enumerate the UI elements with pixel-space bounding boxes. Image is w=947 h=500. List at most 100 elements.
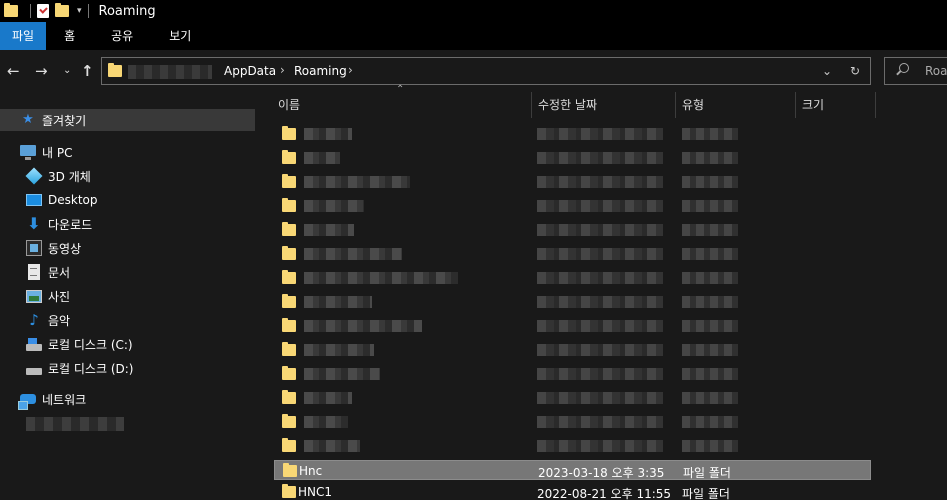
- redacted-type: [682, 296, 738, 308]
- network-icon: [18, 394, 36, 410]
- nav-item-network[interactable]: 네트워크: [0, 388, 255, 410]
- quick-access-dropdown-icon[interactable]: ▾: [77, 6, 82, 16]
- nav-item-pictures[interactable]: 사진: [0, 285, 255, 307]
- nav-item-3d-objects[interactable]: 3D 개체: [0, 165, 255, 187]
- new-folder-icon[interactable]: [55, 3, 69, 17]
- table-row[interactable]: [274, 148, 871, 168]
- redacted-network-item[interactable]: [26, 417, 124, 431]
- redacted-date: [537, 248, 663, 260]
- up-arrow-icon[interactable]: ↑: [81, 62, 94, 80]
- folder-icon: [282, 198, 296, 212]
- redacted-type: [682, 416, 738, 428]
- table-row[interactable]: [274, 292, 871, 312]
- table-row[interactable]: [274, 364, 871, 384]
- redacted-date: [537, 296, 663, 308]
- file-name: HNC1: [298, 485, 333, 499]
- search-input[interactable]: Roam: [884, 57, 947, 85]
- redacted-date: [537, 344, 663, 356]
- address-bar[interactable]: AppData › Roaming › ⌄ ↻: [101, 57, 871, 85]
- computer-icon: [20, 145, 36, 160]
- file-name: Hnc: [299, 464, 323, 478]
- file-date: 2023-03-18 오후 3:35: [538, 466, 665, 480]
- nav-item-downloads[interactable]: ⬇ 다운로드: [0, 213, 255, 235]
- table-row[interactable]: [274, 316, 871, 336]
- properties-icon[interactable]: [37, 4, 49, 18]
- redacted-date: [537, 416, 663, 428]
- breadcrumb-chevron-icon[interactable]: ›: [348, 63, 353, 77]
- table-row[interactable]: [274, 172, 871, 192]
- forward-arrow-icon[interactable]: →: [35, 62, 48, 80]
- drive-icon: [26, 367, 42, 375]
- nav-item-label: 로컬 디스크 (C:): [48, 337, 133, 352]
- column-header-size[interactable]: 크기: [796, 92, 876, 118]
- redacted-type: [682, 368, 738, 380]
- redacted-name: [304, 248, 402, 260]
- redacted-date: [537, 272, 663, 284]
- redacted-type: [682, 152, 738, 164]
- table-row[interactable]: [274, 124, 871, 144]
- breadcrumb-roaming[interactable]: Roaming: [294, 64, 347, 78]
- address-dropdown-icon[interactable]: ⌄: [822, 64, 832, 78]
- table-row[interactable]: [274, 388, 871, 408]
- nav-item-local-disk-c[interactable]: 로컬 디스크 (C:): [0, 333, 255, 355]
- redacted-name: [304, 296, 372, 308]
- folder-icon: [282, 126, 296, 140]
- refresh-icon[interactable]: ↻: [850, 64, 860, 78]
- redacted-date: [537, 440, 663, 452]
- folder-icon: [282, 246, 296, 260]
- tab-share[interactable]: 공유: [93, 22, 151, 50]
- title-bar: ▾ Roaming: [0, 0, 947, 22]
- nav-item-local-disk-d[interactable]: 로컬 디스크 (D:): [0, 357, 255, 379]
- tab-view[interactable]: 보기: [151, 22, 209, 50]
- column-header-date[interactable]: 수정한 날짜: [532, 92, 676, 118]
- table-row[interactable]: [274, 268, 871, 288]
- folder-icon: [283, 463, 297, 477]
- folder-icon: [282, 222, 296, 236]
- redacted-name: [304, 368, 380, 380]
- window-title: Roaming: [98, 3, 156, 19]
- folder-icon: [282, 438, 296, 452]
- redacted-name: [304, 224, 354, 236]
- nav-item-this-pc[interactable]: 내 PC: [0, 141, 255, 163]
- back-arrow-icon[interactable]: ←: [7, 62, 20, 80]
- nav-item-music[interactable]: ♪ 음악: [0, 309, 255, 331]
- redacted-type: [682, 176, 738, 188]
- toolbar-divider: [30, 4, 31, 18]
- breadcrumb-chevron-icon[interactable]: ›: [280, 63, 285, 77]
- redacted-name: [304, 176, 410, 188]
- redacted-name: [304, 344, 374, 356]
- column-header-name[interactable]: 이름: [272, 92, 532, 118]
- nav-item-documents[interactable]: 문서: [0, 261, 255, 283]
- table-row[interactable]: [274, 436, 871, 456]
- table-row-hnc[interactable]: Hnc 2023-03-18 오후 3:35 파일 폴더: [274, 460, 871, 480]
- redacted-name: [304, 416, 348, 428]
- table-row[interactable]: [274, 220, 871, 240]
- nav-item-videos[interactable]: 동영상: [0, 237, 255, 259]
- column-header-type[interactable]: 유형: [676, 92, 796, 118]
- music-note-icon: ♪: [29, 311, 39, 329]
- table-row[interactable]: [274, 412, 871, 432]
- redacted-path: [128, 65, 212, 79]
- tab-home[interactable]: 홈: [46, 22, 93, 50]
- nav-item-label: 3D 개체: [48, 169, 91, 184]
- redacted-type: [682, 440, 738, 452]
- nav-item-label: 즐겨찾기: [42, 113, 87, 128]
- nav-item-quick-access[interactable]: ★ 즐겨찾기: [0, 109, 255, 131]
- folder-icon: [282, 294, 296, 308]
- nav-item-desktop[interactable]: Desktop: [0, 189, 255, 211]
- redacted-date: [537, 152, 663, 164]
- table-row[interactable]: [274, 244, 871, 264]
- tab-file[interactable]: 파일: [0, 22, 47, 50]
- recent-locations-chevron-icon[interactable]: ⌄: [63, 62, 71, 80]
- nav-item-label: 사진: [48, 289, 71, 304]
- redacted-date: [537, 320, 663, 332]
- table-row[interactable]: [274, 196, 871, 216]
- folder-icon: [108, 63, 122, 77]
- table-row[interactable]: [274, 340, 871, 360]
- folder-icon: [4, 3, 18, 17]
- breadcrumb-appdata[interactable]: AppData: [224, 64, 276, 78]
- redacted-name: [304, 440, 360, 452]
- table-row-hnc1[interactable]: HNC1 2022-08-21 오후 11:55 파일 폴더: [274, 482, 871, 500]
- redacted-date: [537, 128, 663, 140]
- redacted-type: [682, 200, 738, 212]
